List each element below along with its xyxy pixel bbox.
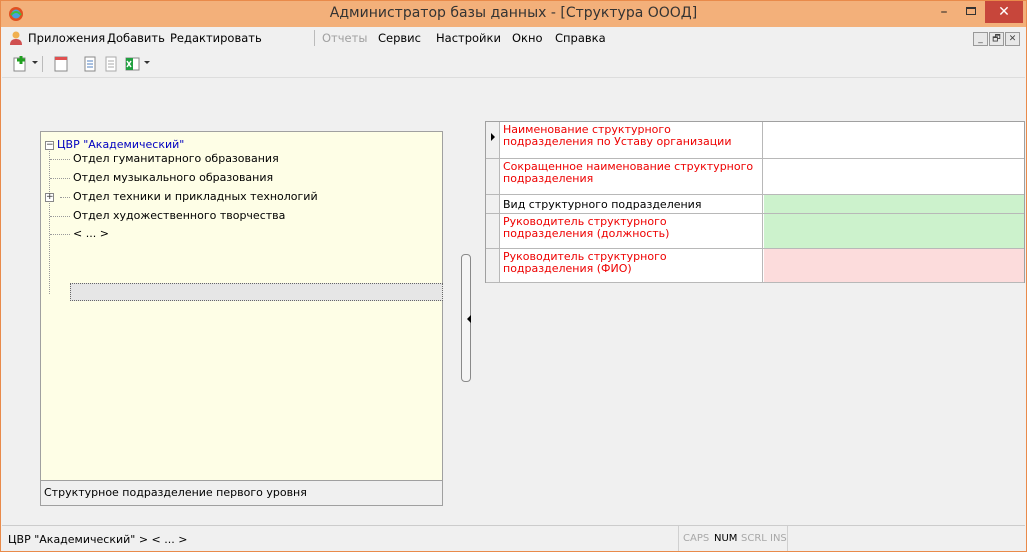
property-value[interactable] — [764, 195, 1024, 213]
menu-separator — [314, 30, 315, 46]
user-icon[interactable] — [8, 30, 24, 46]
row-indicator — [486, 214, 500, 248]
menu-edit[interactable]: Редактировать — [170, 31, 262, 45]
property-row[interactable]: Наименование структурного подразделения … — [486, 122, 1024, 159]
property-label: Руководитель структурного подразделения … — [501, 249, 763, 282]
property-label: Наименование структурного подразделения … — [501, 122, 763, 158]
property-value[interactable] — [764, 159, 1024, 194]
page-icon[interactable] — [82, 55, 98, 73]
content-area: − ЦВР "Академический" Отдел гуманитарног… — [2, 77, 1025, 525]
menu-help[interactable]: Справка — [555, 31, 606, 45]
num-indicator: NUM — [714, 533, 738, 544]
current-row-icon — [491, 133, 495, 141]
structure-tree[interactable]: − ЦВР "Академический" Отдел гуманитарног… — [40, 131, 443, 481]
menu-reports[interactable]: Отчеты — [322, 31, 367, 45]
caps-indicator: CAPS — [683, 533, 710, 544]
property-value[interactable] — [764, 122, 1024, 158]
toolbar-separator — [42, 56, 43, 72]
maximize-icon — [966, 7, 976, 15]
property-value[interactable] — [764, 214, 1024, 248]
menu-add[interactable]: Добавить — [107, 31, 165, 45]
tree-connector — [50, 178, 70, 179]
tree-expand-icon[interactable]: + — [45, 193, 54, 202]
property-label: Вид структурного подразделения — [501, 195, 763, 213]
row-indicator — [486, 195, 500, 213]
excel-dropdown-icon[interactable] — [144, 61, 150, 64]
collapse-left-icon[interactable] — [467, 315, 471, 323]
toolbar — [2, 49, 1025, 77]
minimize-icon: – — [940, 4, 948, 20]
close-icon: ✕ — [998, 4, 1010, 20]
status-path: ЦВР "Академический" > < ... > — [8, 533, 188, 546]
property-label: Руководитель структурного подразделения … — [501, 214, 763, 248]
tree-panel-caption: Структурное подразделение первого уровня — [40, 481, 443, 506]
title-bar[interactable]: Администратор базы данных - [Структура О… — [1, 1, 1026, 27]
menu-service[interactable]: Сервис — [378, 31, 421, 45]
menu-bar: Приложения Добавить Редактировать Отчеты… — [2, 27, 1025, 49]
excel-icon[interactable] — [125, 55, 141, 73]
tree-collapse-icon[interactable]: − — [45, 141, 54, 150]
tree-connector — [50, 216, 70, 217]
tree-node-placeholder[interactable]: < ... > — [73, 225, 109, 243]
tree-connector — [49, 151, 50, 294]
tree-connector — [60, 197, 70, 198]
row-indicator — [486, 122, 500, 158]
mdi-restore-button[interactable]: 🗗 — [989, 32, 1004, 46]
mdi-minimize-button[interactable]: _ — [973, 32, 988, 46]
property-row[interactable]: Руководитель структурного подразделения … — [486, 249, 1024, 283]
menu-window[interactable]: Окно — [512, 31, 543, 45]
minimize-button[interactable]: – — [931, 1, 957, 23]
add-icon[interactable] — [12, 55, 28, 73]
tree-node[interactable]: Отдел музыкального образования — [73, 169, 273, 187]
status-bar: ЦВР "Академический" > < ... > CAPS NUM S… — [2, 525, 1025, 551]
row-indicator — [486, 249, 500, 282]
tree-connector — [50, 159, 70, 160]
keyboard-indicators: CAPS NUM SCRL INS — [678, 526, 788, 551]
add-dropdown-icon[interactable] — [32, 61, 38, 64]
document-icon[interactable] — [53, 55, 69, 73]
tree-selection-highlight — [70, 283, 443, 301]
menu-settings[interactable]: Настройки — [436, 31, 501, 45]
window-title: Администратор базы данных - [Структура О… — [329, 5, 698, 21]
copy-icon[interactable] — [103, 55, 119, 73]
maximize-button[interactable] — [958, 1, 984, 23]
properties-grid[interactable]: Наименование структурного подразделения … — [485, 121, 1025, 283]
property-value[interactable] — [764, 249, 1024, 282]
tree-node[interactable]: Отдел техники и прикладных технологий — [73, 188, 318, 206]
property-row[interactable]: Вид структурного подразделения — [486, 195, 1024, 214]
row-indicator — [486, 159, 500, 194]
scroll-indicator: SCRL — [741, 533, 767, 544]
property-row[interactable]: Сокращенное наименование структурного по… — [486, 159, 1024, 195]
main-window: Администратор базы данных - [Структура О… — [0, 0, 1027, 552]
insert-indicator: INS — [770, 533, 787, 544]
tree-node[interactable]: Отдел художественного творчества — [73, 207, 285, 225]
mdi-close-button[interactable]: ✕ — [1005, 32, 1020, 46]
close-button[interactable]: ✕ — [985, 1, 1023, 23]
property-row[interactable]: Руководитель структурного подразделения … — [486, 214, 1024, 249]
property-label: Сокращенное наименование структурного по… — [501, 159, 763, 194]
tree-node[interactable]: Отдел гуманитарного образования — [73, 150, 279, 168]
mdi-controls: _ 🗗 ✕ — [972, 31, 1020, 46]
tree-connector — [50, 234, 70, 235]
menu-applications[interactable]: Приложения — [28, 31, 105, 45]
